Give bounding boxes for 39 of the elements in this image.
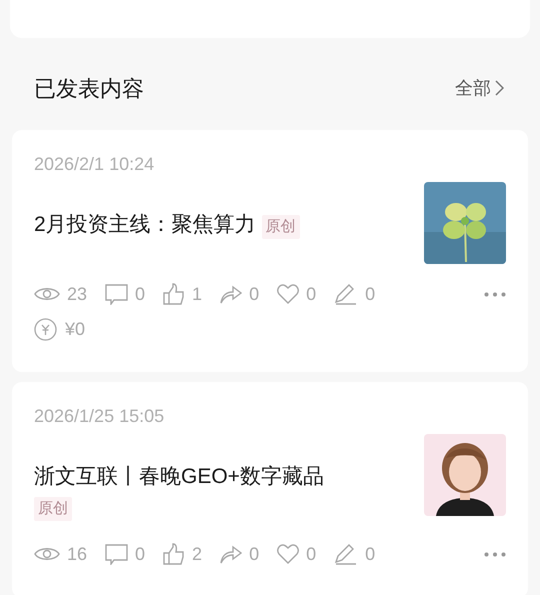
chevron-right-icon <box>495 80 504 96</box>
view-all-link[interactable]: 全部 <box>455 74 504 102</box>
stat-count: 0 <box>249 542 260 566</box>
post-date: 2026/2/1 10:24 <box>34 153 156 176</box>
comment-icon <box>105 544 128 564</box>
share-arrow-icon <box>220 284 242 304</box>
comment-icon <box>105 284 128 304</box>
stat-count: 0 <box>365 542 376 566</box>
stat-count: 0 <box>135 282 146 306</box>
post-card[interactable]: 2026/1/25 15:05 浙文互联丨春晚GEO+数字藏品 原创 16 0 2 0 0 0 <box>12 382 528 595</box>
more-icon[interactable] <box>484 552 506 556</box>
heart-icon <box>277 284 300 304</box>
stat-count: 0 <box>306 282 316 306</box>
post-title: 2月投资主线：聚焦算力 <box>34 213 256 236</box>
stat-count: 0 <box>306 542 316 566</box>
more-icon[interactable] <box>484 292 506 296</box>
eye-icon <box>34 545 60 563</box>
stat-count: 0 <box>365 282 376 306</box>
pen-icon <box>334 543 358 565</box>
earnings-amount: ¥0 <box>65 318 86 340</box>
thumbs-up-icon <box>163 283 186 305</box>
stat-count: 0 <box>249 282 260 306</box>
stat-count: 16 <box>67 542 88 566</box>
stat-count: 2 <box>192 542 202 566</box>
post-card[interactable]: 2026/2/1 10:24 2月投资主线：聚焦算力 原创 23 0 1 0 0 0 ¥0 <box>12 130 528 372</box>
original-tag: 原创 <box>34 496 72 521</box>
eye-icon <box>34 285 60 303</box>
yuan-coin-icon <box>34 318 57 340</box>
heart-icon <box>277 544 300 564</box>
stat-count: 1 <box>192 282 202 306</box>
post-title: 浙文互联丨春晚GEO+数字藏品 <box>34 465 324 488</box>
stat-count: 23 <box>67 282 88 306</box>
share-arrow-icon <box>220 544 242 564</box>
section-title: 已发表内容 <box>34 74 144 102</box>
stat-count: 0 <box>135 542 146 566</box>
post-date: 2026/1/25 15:05 <box>34 405 166 428</box>
pen-icon <box>334 283 358 305</box>
thumbs-up-icon <box>163 543 186 565</box>
original-tag: 原创 <box>262 214 300 239</box>
